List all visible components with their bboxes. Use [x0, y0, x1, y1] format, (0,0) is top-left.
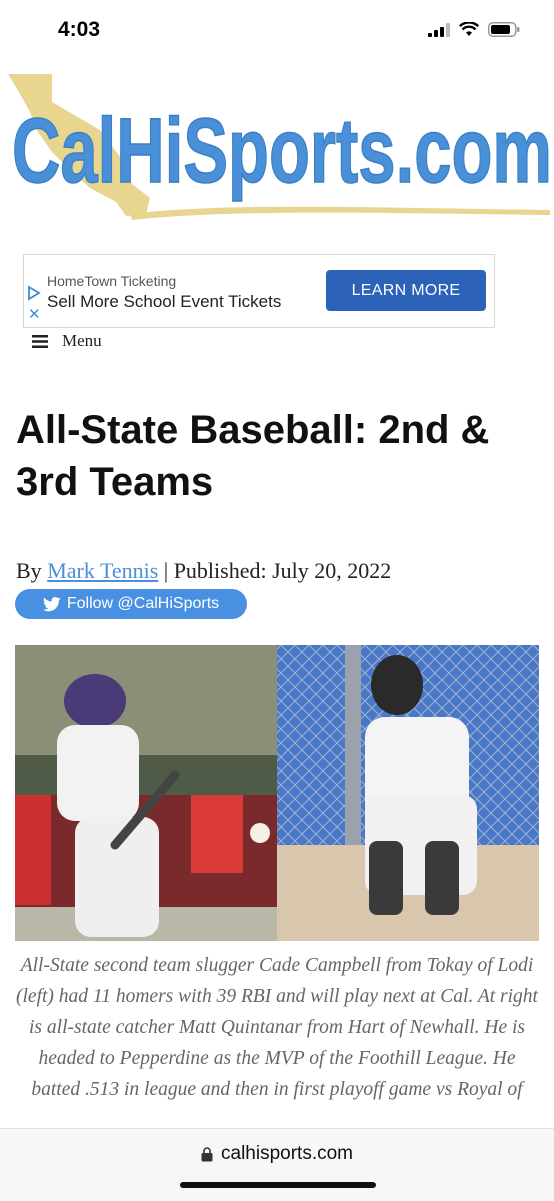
signal-icon — [428, 22, 450, 37]
wifi-icon — [459, 22, 479, 36]
url-text: calhisports.com — [221, 1143, 353, 1164]
batter-photo — [15, 645, 277, 941]
logo-text: CalHiSports.com — [12, 100, 552, 202]
follow-label: Follow @CalHiSports — [66, 595, 220, 612]
ad-brand: HomeTown Ticketing — [47, 273, 177, 289]
home-indicator[interactable] — [180, 1182, 376, 1188]
article-title: All-State Baseball: 2nd & 3rd Teams — [16, 408, 490, 504]
photo-caption: All-State second team slugger Cade Campb… — [16, 955, 538, 1100]
battery-icon — [488, 22, 520, 37]
menu-label: Menu — [62, 331, 102, 350]
status-icons — [428, 22, 520, 37]
ad-headline[interactable]: Sell More School Event Tickets — [47, 292, 281, 312]
byline: By Mark Tennis | Published: July 20, 202… — [16, 558, 391, 584]
catcher-photo — [277, 645, 539, 941]
learn-more-button[interactable]: LEARN MORE — [326, 270, 486, 311]
status-bar: 4:03 — [0, 0, 554, 62]
ad-choices-icon[interactable] — [27, 285, 41, 301]
close-icon[interactable]: ✕ — [28, 307, 41, 322]
browser-url-bar[interactable]: calhisports.com — [0, 1128, 554, 1201]
twitter-follow-button[interactable]: Follow @CalHiSports — [15, 589, 247, 619]
article-photo — [15, 645, 539, 941]
published-date: | Published: July 20, 2022 — [158, 558, 392, 583]
hamburger-icon — [32, 334, 48, 348]
byline-prefix: By — [16, 558, 48, 583]
url-field[interactable]: calhisports.com — [0, 1143, 554, 1165]
author-link[interactable]: Mark Tennis — [47, 558, 158, 583]
site-logo[interactable]: CalHiSports.com — [0, 66, 554, 226]
ad-banner[interactable]: ✕ HomeTown Ticketing Sell More School Ev… — [23, 254, 495, 328]
twitter-bird-icon — [42, 596, 61, 611]
logo-underline-swoosh — [130, 206, 550, 220]
status-time: 4:03 — [58, 18, 101, 41]
menu-toggle[interactable]: Menu — [32, 328, 102, 354]
lock-icon — [201, 1146, 213, 1161]
